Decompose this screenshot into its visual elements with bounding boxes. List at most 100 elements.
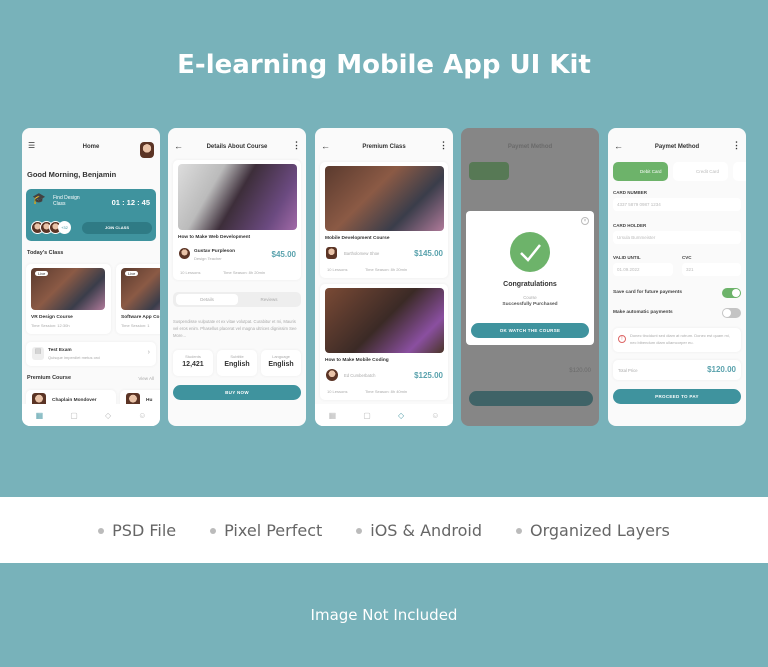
section-title: Today's Class — [27, 250, 64, 256]
total-label: Total Price — [618, 368, 638, 373]
course-video[interactable] — [178, 164, 297, 230]
valid-until-input[interactable]: 01.09.2022 — [613, 263, 673, 276]
buy-now-button[interactable]: BUY NOW — [173, 385, 301, 400]
bottom-nav: ▦ ▢ ◇ ☺ — [22, 404, 160, 426]
card-holder-input[interactable]: Ursula Bummeister — [613, 231, 741, 244]
exam-title: Test Exam — [48, 348, 72, 353]
tab-debit-card[interactable]: Debit Card — [613, 162, 668, 181]
screen-title: Paymet Method — [654, 144, 700, 150]
save-card-toggle[interactable] — [722, 288, 741, 298]
course-title: How to Make Web Development — [178, 235, 251, 240]
course-card[interactable]: Mobile Development Course Bartholomew Sh… — [320, 162, 448, 278]
more-icon[interactable]: ⋮ — [732, 140, 741, 151]
field-label: VALID UNTIL — [613, 255, 641, 260]
field-label: CARD NUMBER — [613, 190, 647, 195]
join-class-button[interactable]: JOIN CLASS — [82, 222, 152, 234]
tab-reviews[interactable]: Reviews — [239, 294, 299, 305]
class-time: Time Session: 12:30h — [31, 323, 70, 328]
toggle-label: Save card for future payments — [613, 290, 683, 295]
teacher-name: Ed Cumberbatch — [344, 373, 376, 378]
success-modal: × Congratulations Course Successfully Pu… — [466, 211, 594, 345]
close-icon[interactable]: × — [581, 217, 589, 225]
user-icon[interactable]: ☺ — [431, 411, 439, 420]
file-icon[interactable]: ▢ — [363, 411, 371, 420]
course-card: How to Make Web Development Gustav Purpl… — [173, 160, 301, 280]
more-icon[interactable]: ⋮ — [292, 140, 301, 151]
class-name: Software App Co — [121, 315, 160, 320]
feature-item: Organized Layers — [515, 521, 670, 540]
avatar[interactable] — [140, 142, 154, 158]
file-icon[interactable]: ▢ — [70, 411, 78, 420]
course-title: Mobile Development Course — [325, 236, 390, 241]
view-all-link[interactable]: View All — [138, 376, 154, 381]
page-title: E-learning Mobile App UI Kit — [177, 50, 591, 80]
live-badge: Live — [35, 271, 49, 276]
teacher-name: Gustav Purpleson — [194, 249, 236, 254]
live-class-banner[interactable]: 🎓 Find Design Class 01 : 12 : 45 +32 JOI… — [26, 189, 156, 241]
success-screen: Paymet Method $120.00 × Congratulations … — [461, 128, 599, 426]
field-label: CVC — [682, 255, 692, 260]
check-icon — [510, 232, 550, 272]
course-card[interactable]: How to Make Mobile Coding Ed Cumberbatch… — [320, 284, 448, 400]
lessons-count: 10 Lessons — [327, 389, 348, 394]
more-icon[interactable]: ⋮ — [439, 140, 448, 151]
features-band: PSD File Pixel Perfect iOS & Android Org… — [0, 497, 768, 563]
tab-credit-card[interactable]: Credit Card — [673, 162, 728, 181]
test-exam-item[interactable]: ▤ Test Exam Quisque imperdiet metus orci… — [26, 342, 156, 366]
class-card[interactable]: Live VR Design Course Time Session: 12:3… — [26, 264, 111, 334]
teacher-name: Bartholomew Shoe — [344, 251, 380, 256]
feature-item: iOS & Android — [356, 521, 482, 540]
modal-subtext: Course — [523, 295, 537, 300]
cvc-input[interactable]: 321 — [682, 263, 741, 276]
watch-course-button[interactable]: OK WATCH THE COURSE — [471, 323, 589, 338]
chevron-right-icon: › — [147, 349, 150, 356]
premium-screen: ← Premium Class ⋮ Mobile Development Cou… — [315, 128, 453, 426]
graduation-cap-icon: 🎓 — [32, 193, 46, 205]
live-badge: Live — [125, 271, 139, 276]
notice-text: Donec tincidunt sed diam at rutrum. Done… — [630, 333, 730, 345]
greeting: Good Morning, Benjamin — [27, 170, 117, 179]
user-icon[interactable]: ☺ — [138, 411, 146, 420]
class-name: VR Design Course — [31, 315, 73, 320]
stat-students: Students 12,421 — [173, 350, 213, 376]
notice-box: ! Donec tincidunt sed diam at rutrum. Do… — [613, 328, 741, 352]
course-price: $45.00 — [271, 250, 296, 259]
section-title: Premium Course — [27, 375, 72, 381]
exam-subtitle: Quisque imperdiet metus orci — [48, 355, 101, 360]
class-card[interactable]: Live Software App Co Time Session: 1 — [116, 264, 160, 334]
tab-details[interactable]: Details — [176, 294, 238, 305]
screen-title: Details About Course — [206, 144, 268, 150]
field-label: CARD HOLDER — [613, 223, 647, 228]
teacher-name: Hu — [146, 398, 153, 403]
card-number-input[interactable]: 4337 5879 0987 1234 — [613, 198, 741, 211]
modal-subtext: Successfully Purchased — [502, 302, 558, 307]
grid-icon[interactable]: ▦ — [329, 411, 337, 420]
course-price: $125.00 — [414, 371, 443, 380]
footer-note: Image Not Included — [310, 606, 458, 624]
stat-subtitle: Subtitle English — [217, 350, 257, 376]
auto-payment-toggle[interactable] — [722, 308, 741, 318]
home-screen: ☰ Home Good Morning, Benjamin 🎓 Find Des… — [22, 128, 160, 426]
timer: 01 : 12 : 45 — [111, 198, 150, 207]
payment-screen: ← Paymet Method ⋮ Debit Card Credit Card… — [608, 128, 746, 426]
feature-item: PSD File — [98, 521, 176, 540]
teacher-name: Chaplain Mondover — [52, 398, 97, 403]
chat-icon[interactable]: ◇ — [105, 411, 111, 420]
lessons-count: 10 Lessons — [327, 267, 348, 272]
class-time: Time Session: 1 — [121, 323, 150, 328]
grid-icon[interactable]: ▦ — [36, 411, 44, 420]
chat-icon[interactable]: ◇ — [398, 411, 404, 420]
bottom-nav: ▦ ▢ ◇ ☺ — [315, 404, 453, 426]
proceed-to-pay-button[interactable]: PROCEED TO PAY — [613, 389, 741, 404]
tab-bar: Details Reviews — [173, 292, 301, 307]
course-title: How to Make Mobile Coding — [325, 358, 389, 363]
screen-title: Premium Class — [362, 144, 406, 150]
alert-icon: ! — [618, 335, 626, 343]
details-screen: ← Details About Course ⋮ How to Make Web… — [168, 128, 306, 426]
lessons-count: 10 Lessons — [180, 270, 201, 275]
stat-language: Language English — [261, 350, 301, 376]
total-price: $120.00 — [707, 365, 736, 374]
toggle-label: Make automatic payments — [613, 310, 673, 315]
total-row: Total Price $120.00 — [613, 360, 741, 380]
teacher-role: Design Teacher — [194, 256, 222, 261]
